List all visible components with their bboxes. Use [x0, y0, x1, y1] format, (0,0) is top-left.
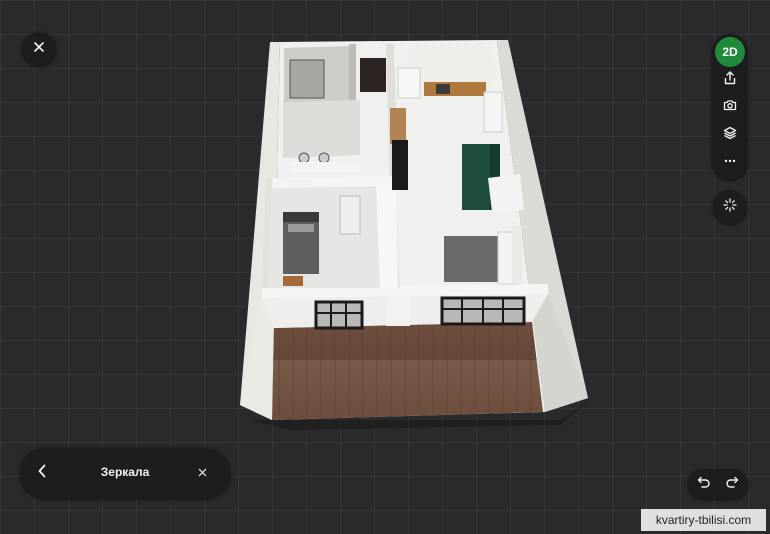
- wood-floor: [272, 322, 543, 420]
- entry-door: [360, 58, 386, 92]
- category-panel: Зеркала: [20, 448, 230, 498]
- sparkle-button[interactable]: [713, 190, 747, 224]
- back-button[interactable]: [30, 461, 54, 485]
- camera-icon: [723, 98, 737, 117]
- kitchen-wall-back: [410, 42, 494, 88]
- kitchen-counter: [424, 82, 486, 96]
- view-2d-button[interactable]: 2D: [715, 37, 745, 67]
- share-button[interactable]: [718, 68, 742, 92]
- layers-button[interactable]: [718, 123, 742, 147]
- history-controls: [688, 469, 748, 499]
- redo-icon: [725, 475, 739, 494]
- more-icon: [723, 154, 737, 173]
- close-button[interactable]: [22, 32, 56, 66]
- chevron-left-icon: [37, 464, 47, 483]
- living-wall-stub: [488, 174, 524, 212]
- shelf-unit: [390, 108, 406, 144]
- shower-glass: [289, 59, 325, 99]
- bathroom-wall: [283, 100, 360, 158]
- dark-cabinet: [392, 140, 408, 190]
- sparkle-icon: [723, 197, 737, 217]
- vanity-counter: [290, 162, 360, 172]
- nightstand: [283, 276, 303, 286]
- window-left: [314, 300, 364, 330]
- more-button[interactable]: [718, 151, 742, 175]
- share-icon: [723, 70, 737, 90]
- view-toolbar: 2D: [712, 34, 748, 180]
- layers-icon: [723, 126, 737, 145]
- fridge: [397, 67, 421, 99]
- wardrobe: [339, 195, 361, 235]
- sink-right: [318, 152, 330, 164]
- tall-cabinet: [483, 91, 503, 133]
- panel-title: Зеркала: [100, 465, 150, 479]
- bed-headboard: [283, 212, 319, 222]
- window-right: [440, 296, 526, 326]
- close-icon: [33, 40, 45, 58]
- close-icon: [198, 464, 207, 482]
- bed-pillow: [288, 224, 314, 232]
- double-bed: [444, 236, 500, 282]
- inner-wall-1: [349, 44, 356, 100]
- camera-button[interactable]: [718, 95, 742, 119]
- undo-button[interactable]: [694, 474, 714, 494]
- partition-pillar: [386, 296, 410, 326]
- sink-left: [298, 152, 310, 164]
- undo-icon: [697, 475, 711, 494]
- panel-close-button[interactable]: [192, 463, 212, 483]
- kitchen-stove: [436, 84, 450, 94]
- redo-button[interactable]: [722, 474, 742, 494]
- watermark: kvartiry-tbilisi.com: [641, 509, 766, 531]
- bed-side-panel: [512, 226, 522, 284]
